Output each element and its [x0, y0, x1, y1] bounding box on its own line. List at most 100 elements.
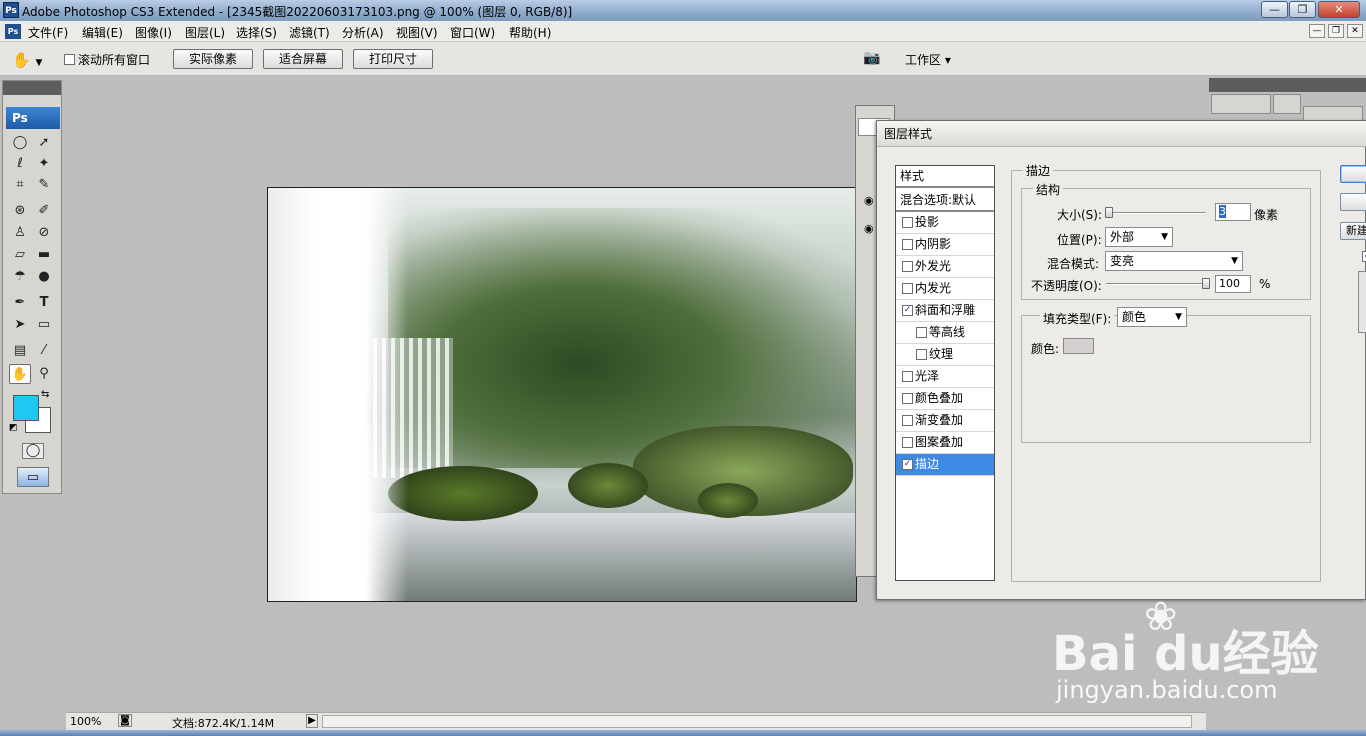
stroke-checkbox[interactable]: ✓	[902, 459, 913, 470]
satin-checkbox[interactable]	[902, 371, 913, 382]
scroll-all-windows-checkbox[interactable]	[64, 54, 75, 65]
menu-view[interactable]: 视图(V)	[396, 24, 438, 41]
menu-file[interactable]: 文件(F)	[28, 24, 68, 41]
menu-edit[interactable]: 编辑(E)	[82, 24, 123, 41]
panel-tab[interactable]	[1211, 94, 1271, 114]
size-slider-track[interactable]	[1106, 212, 1206, 214]
outer-glow-checkbox[interactable]	[902, 261, 913, 272]
default-colors-icon[interactable]: ◩	[9, 423, 18, 433]
ok-button[interactable]	[1340, 165, 1366, 183]
eye-icon[interactable]: ◉	[864, 222, 874, 235]
document-icon[interactable]: Ps	[5, 24, 21, 39]
style-item-outer-glow[interactable]: 外发光	[896, 256, 994, 278]
opacity-input[interactable]: 100	[1215, 275, 1251, 293]
style-item-satin[interactable]: 光泽	[896, 366, 994, 388]
menu-layer[interactable]: 图层(L)	[185, 24, 225, 41]
size-slider-thumb[interactable]	[1105, 207, 1113, 218]
quick-mask-icon[interactable]: ◯	[22, 443, 44, 459]
horizontal-scrollbar[interactable]	[322, 715, 1192, 728]
style-item-color-overlay[interactable]: 颜色叠加	[896, 388, 994, 410]
new-style-button[interactable]: 新建	[1340, 222, 1366, 240]
panel-tab[interactable]	[1273, 94, 1301, 114]
size-input[interactable]: 3	[1215, 203, 1251, 221]
history-brush-tool-icon[interactable]: ⊘	[33, 223, 55, 243]
move-tool-icon[interactable]: ➚	[33, 133, 55, 153]
slice-tool-icon[interactable]: ✎	[33, 175, 55, 195]
menu-filter[interactable]: 滤镜(T)	[289, 24, 330, 41]
style-item-inner-shadow[interactable]: 内阴影	[896, 234, 994, 256]
menu-image[interactable]: 图像(I)	[135, 24, 172, 41]
print-size-button[interactable]: 打印尺寸	[353, 49, 433, 69]
document-image[interactable]	[267, 187, 857, 602]
drop-shadow-checkbox[interactable]	[902, 217, 913, 228]
maximize-button[interactable]: ❐	[1289, 1, 1316, 18]
styles-header[interactable]: 样式	[896, 166, 994, 188]
blend-mode-select[interactable]: 变亮 ▼	[1105, 251, 1243, 271]
bevel-emboss-checkbox[interactable]: ✓	[902, 305, 913, 316]
dodge-tool-icon[interactable]: ●	[33, 267, 55, 287]
hand-tool-icon[interactable]: ✋	[9, 364, 31, 384]
minimize-button[interactable]: —	[1261, 1, 1288, 18]
menu-window[interactable]: 窗口(W)	[450, 24, 495, 41]
doc-close-button[interactable]: ✕	[1347, 24, 1363, 38]
workspace-menu[interactable]: 工作区 ▾	[905, 51, 951, 68]
bridge-icon[interactable]: 📷	[863, 50, 887, 70]
notes-tool-icon[interactable]: ▤	[9, 341, 31, 361]
screen-mode-icon[interactable]: ▭	[17, 467, 49, 487]
color-overlay-checkbox[interactable]	[902, 393, 913, 404]
status-menu-icon[interactable]: ◙	[118, 714, 132, 727]
style-item-inner-glow[interactable]: 内发光	[896, 278, 994, 300]
style-item-stroke[interactable]: ✓ 描边	[896, 454, 994, 476]
brush-tool-icon[interactable]: ✐	[33, 201, 55, 221]
photoshop-logo[interactable]: Ps	[6, 107, 60, 129]
texture-checkbox[interactable]	[916, 349, 927, 360]
position-select[interactable]: 外部 ▼	[1105, 227, 1173, 247]
style-item-bevel-emboss[interactable]: ✓ 斜面和浮雕	[896, 300, 994, 322]
pen-tool-icon[interactable]: ✒	[9, 293, 31, 313]
fill-type-select[interactable]: 颜色 ▼	[1117, 307, 1187, 327]
type-tool-icon[interactable]: T	[33, 293, 55, 313]
cancel-button[interactable]	[1340, 193, 1366, 211]
blur-tool-icon[interactable]: ☂	[9, 267, 31, 287]
fit-screen-button[interactable]: 适合屏幕	[263, 49, 343, 69]
marquee-tool-icon[interactable]: ◯	[9, 133, 31, 153]
healing-brush-tool-icon[interactable]: ⊛	[9, 201, 31, 221]
menu-analysis[interactable]: 分析(A)	[342, 24, 384, 41]
style-item-gradient-overlay[interactable]: 渐变叠加	[896, 410, 994, 432]
style-item-contour[interactable]: 等高线	[896, 322, 994, 344]
opacity-slider-thumb[interactable]	[1202, 278, 1210, 289]
shape-tool-icon[interactable]: ▭	[33, 315, 55, 335]
actual-pixels-button[interactable]: 实际像素	[173, 49, 253, 69]
path-selection-tool-icon[interactable]: ➤	[9, 315, 31, 335]
magic-wand-tool-icon[interactable]: ✦	[33, 154, 55, 174]
zoom-level[interactable]: 100%	[70, 715, 101, 728]
foreground-color-swatch[interactable]	[13, 395, 39, 421]
doc-restore-button[interactable]: ❐	[1328, 24, 1344, 38]
status-arrow-icon[interactable]: ▶	[306, 714, 318, 728]
crop-tool-icon[interactable]: ⌗	[9, 175, 31, 195]
doc-minimize-button[interactable]: —	[1309, 24, 1325, 38]
hand-tool-preset-picker[interactable]: ✋ ▼	[12, 50, 52, 70]
menu-select[interactable]: 选择(S)	[236, 24, 277, 41]
style-item-pattern-overlay[interactable]: 图案叠加	[896, 432, 994, 454]
blending-options-item[interactable]: 混合选项:默认	[896, 190, 994, 212]
menu-help[interactable]: 帮助(H)	[509, 24, 551, 41]
swap-colors-icon[interactable]: ⇆	[41, 389, 49, 400]
pattern-overlay-checkbox[interactable]	[902, 437, 913, 448]
toolbox-header[interactable]	[3, 81, 61, 95]
opacity-slider-track[interactable]	[1106, 283, 1206, 285]
clone-stamp-tool-icon[interactable]: ♙	[9, 223, 31, 243]
preview-checkbox[interactable]: ✓	[1362, 251, 1366, 262]
inner-shadow-checkbox[interactable]	[902, 239, 913, 250]
gradient-tool-icon[interactable]: ▬	[33, 245, 55, 265]
contour-checkbox[interactable]	[916, 327, 927, 338]
stroke-color-swatch[interactable]	[1063, 338, 1094, 354]
lasso-tool-icon[interactable]: ℓ	[9, 154, 31, 174]
eraser-tool-icon[interactable]: ▱	[9, 245, 31, 265]
style-item-drop-shadow[interactable]: 投影	[896, 212, 994, 234]
panel-dock-header[interactable]	[1209, 78, 1366, 92]
eyedropper-tool-icon[interactable]: ⁄	[33, 341, 55, 361]
gradient-overlay-checkbox[interactable]	[902, 415, 913, 426]
zoom-tool-icon[interactable]: ⚲	[33, 364, 55, 384]
style-item-texture[interactable]: 纹理	[896, 344, 994, 366]
